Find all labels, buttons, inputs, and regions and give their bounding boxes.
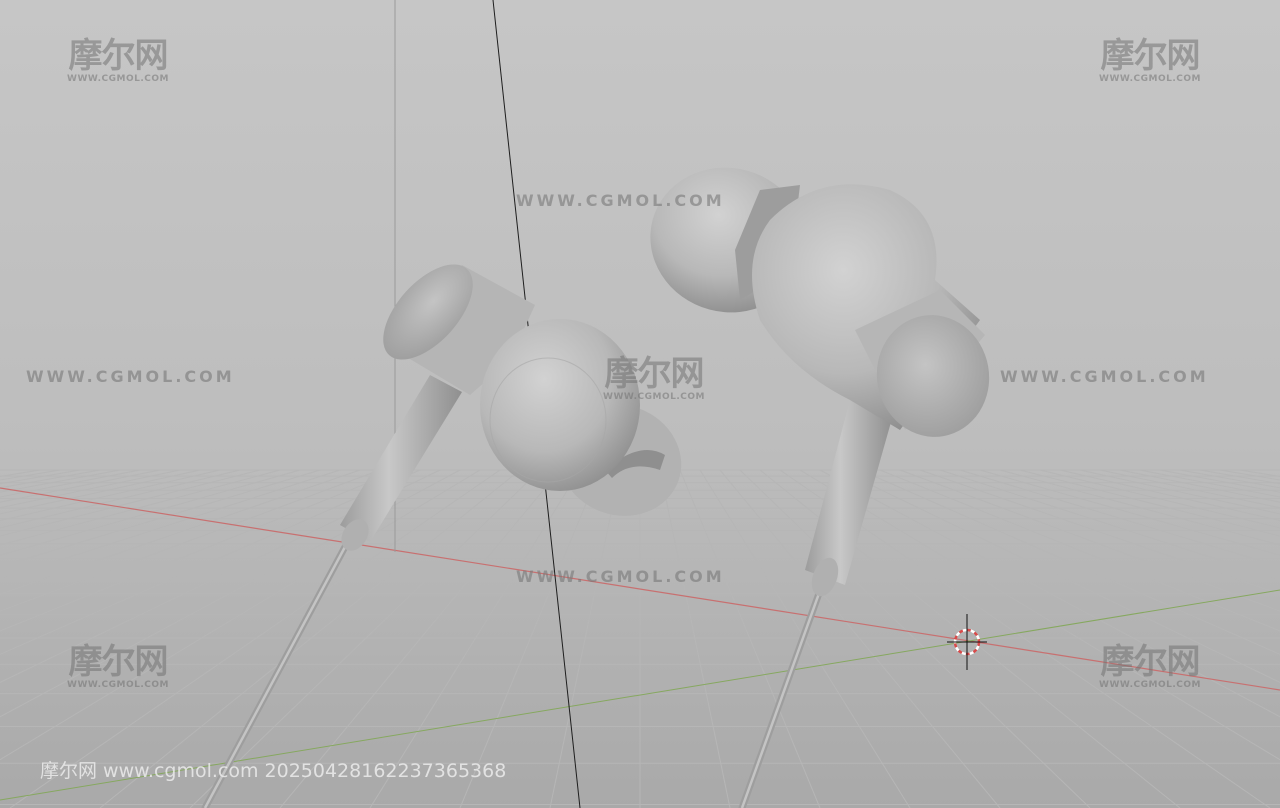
- scene-render: [0, 0, 1280, 808]
- 3d-viewport[interactable]: 摩尔网 WWW.CGMOL.COM 摩尔网 WWW.CGMOL.COM 摩尔网 …: [0, 0, 1280, 808]
